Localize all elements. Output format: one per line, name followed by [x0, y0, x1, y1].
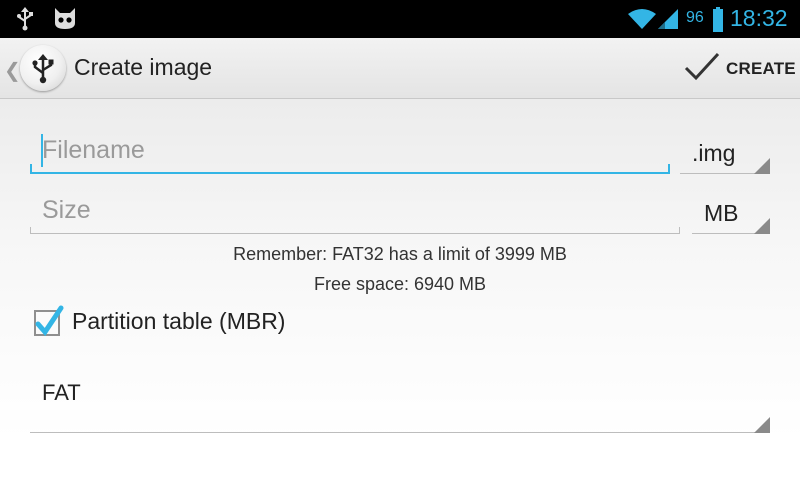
filename-underline: [30, 164, 670, 174]
spinner-arrow-icon: [754, 417, 770, 433]
battery-icon: [713, 7, 723, 36]
free-space-note: Free space: 6940 MB: [313, 274, 487, 294]
filesystem-spinner[interactable]: FAT: [30, 370, 770, 433]
page-title: Create image: [74, 54, 213, 80]
clock: 18:32: [730, 5, 788, 31]
filesystem-value: FAT: [42, 380, 81, 405]
unit-spinner[interactable]: MB: [692, 192, 770, 234]
extension-spinner[interactable]: .img: [680, 132, 770, 174]
unit-value: MB: [704, 200, 739, 226]
partition-table-label: Partition table (MBR): [72, 308, 286, 334]
cyanogen-mascot-icon: [52, 5, 78, 35]
wifi-icon: [628, 8, 656, 34]
checkmark-icon: [684, 52, 720, 81]
size-field[interactable]: [30, 190, 680, 234]
partition-table-checkbox-row[interactable]: Partition table (MBR): [34, 305, 334, 340]
size-input[interactable]: [42, 196, 642, 225]
action-bar: ❮ Create image CREATE: [0, 38, 800, 99]
battery-level: 96: [686, 9, 704, 26]
extension-value: .img: [692, 140, 736, 166]
partition-table-checkbox[interactable]: [34, 305, 64, 337]
fat32-limit-note: Remember: FAT32 has a limit of 3999 MB: [233, 244, 567, 264]
spinner-arrow-icon: [754, 218, 770, 234]
signal-icon: [656, 8, 680, 34]
usb-icon: [16, 7, 34, 35]
create-button-label: CREATE: [726, 59, 796, 78]
filename-field[interactable]: [30, 130, 670, 174]
spinner-arrow-icon: [754, 158, 770, 174]
checkmark-icon: [35, 305, 64, 337]
create-button[interactable]: CREATE: [678, 44, 796, 92]
spinner-underline: [30, 432, 770, 433]
app-icon[interactable]: [20, 45, 66, 91]
filename-input[interactable]: [42, 136, 642, 165]
up-caret-icon[interactable]: ❮: [4, 58, 21, 82]
size-underline: [30, 227, 680, 234]
usb-icon: [32, 54, 54, 84]
status-bar: 96 18:32: [0, 0, 800, 38]
